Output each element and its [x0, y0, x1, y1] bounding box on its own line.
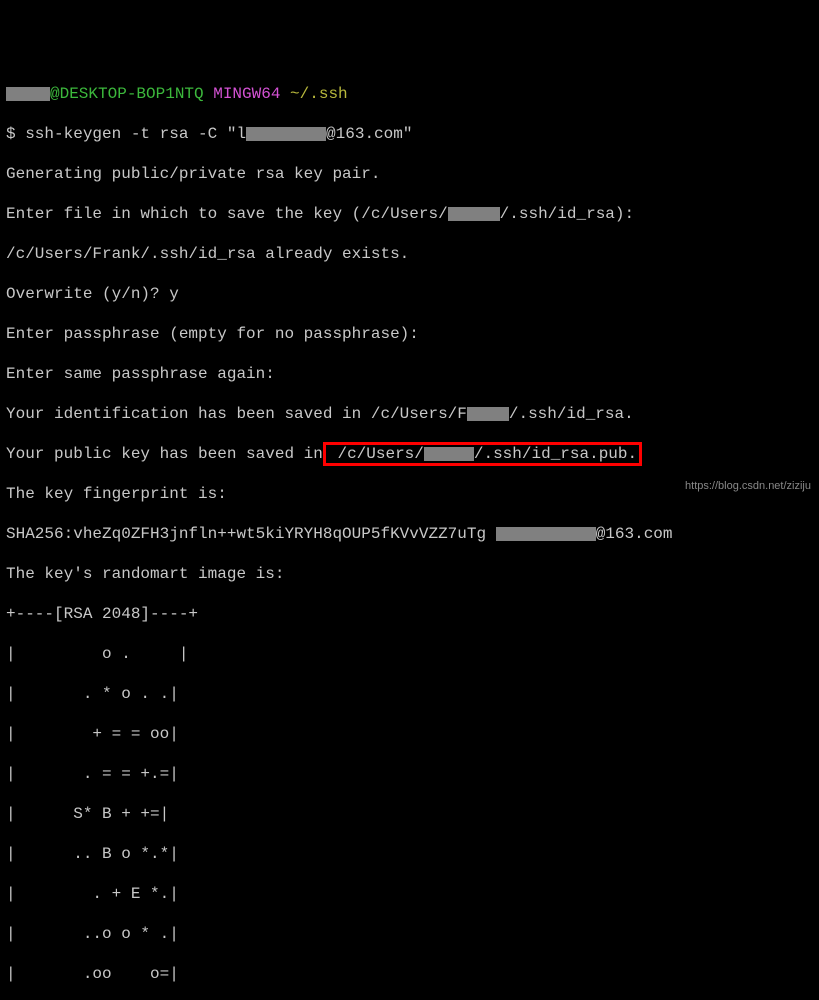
- output-line: Enter passphrase (empty for no passphras…: [6, 324, 813, 344]
- randomart-line: | . * o . .|: [6, 684, 813, 704]
- randomart-line: | .oo o=|: [6, 964, 813, 984]
- terminal-prompt-line: xxxx@DESKTOP-BOP1NTQ MINGW64 ~/.ssh: [6, 84, 813, 104]
- redacted-email: xxxxxxxx: [246, 127, 326, 141]
- randomart-line: | .. B o *.*|: [6, 844, 813, 864]
- output-line: The key's randomart image is:: [6, 564, 813, 584]
- cwd-path: ~/.ssh: [290, 85, 348, 103]
- redacted-path: xxx: [467, 407, 509, 421]
- command-line[interactable]: $ ssh-keygen -t rsa -C "lxxxxxxxx@163.co…: [6, 124, 813, 144]
- randomart-line: | . + E *.|: [6, 884, 813, 904]
- randomart-line: +----[RSA 2048]----+: [6, 604, 813, 624]
- shell-name: MINGW64: [204, 85, 290, 103]
- output-line: /c/Users/Frank/.ssh/id_rsa already exist…: [6, 244, 813, 264]
- redacted-email: xxxxxxxxxx: [496, 527, 596, 541]
- redacted-path: xxxx: [424, 447, 474, 461]
- output-line: Overwrite (y/n)? y: [6, 284, 813, 304]
- randomart-line: | . = = +.=|: [6, 764, 813, 784]
- output-line: Enter file in which to save the key (/c/…: [6, 204, 813, 224]
- output-line: Generating public/private rsa key pair.: [6, 164, 813, 184]
- watermark: https://blog.csdn.net/ziziju: [685, 480, 811, 494]
- randomart-line: | S* B + +=|: [6, 804, 813, 824]
- redacted-path: xxxx: [448, 207, 500, 221]
- randomart-line: | ..o o * .|: [6, 924, 813, 944]
- output-line: SHA256:vheZq0ZFH3jnfln++wt5kiYRYH8qOUP5f…: [6, 524, 813, 544]
- randomart-line: | o . |: [6, 644, 813, 664]
- randomart-line: | + = = oo|: [6, 724, 813, 744]
- user-host: xxxx@DESKTOP-BOP1NTQ: [6, 85, 204, 103]
- highlighted-path: /c/Users/xxxx/.ssh/id_rsa.pub.: [323, 442, 642, 466]
- prompt-sign: $: [6, 125, 25, 143]
- command-text: ssh-keygen -t rsa -C "l: [25, 125, 246, 143]
- output-line: Your identification has been saved in /c…: [6, 404, 813, 424]
- redacted-user: xxxx: [6, 87, 50, 101]
- output-line: Enter same passphrase again:: [6, 364, 813, 384]
- output-line-highlighted: Your public key has been saved in /c/Use…: [6, 444, 813, 464]
- email-suffix: @163.com": [326, 125, 412, 143]
